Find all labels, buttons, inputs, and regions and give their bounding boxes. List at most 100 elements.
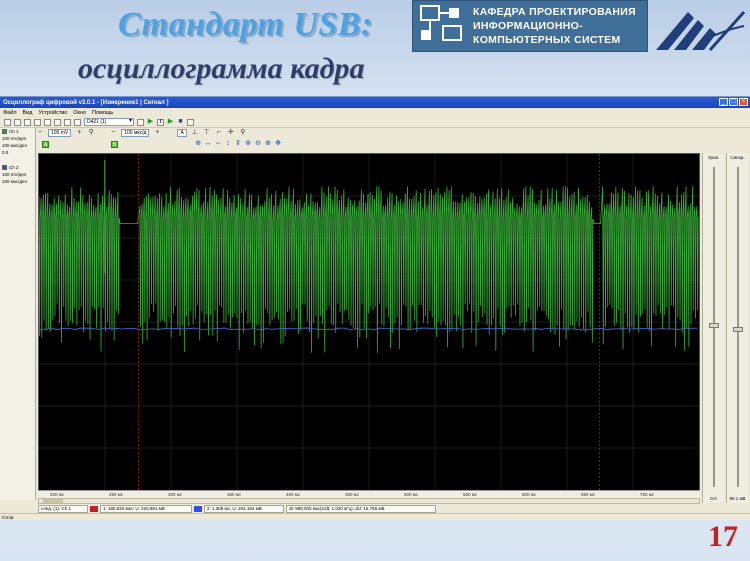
window-titlebar[interactable]: Осциллограф цифровой v3.0.1 - [Измерение…: [0, 97, 750, 108]
channel-1-scale: 100 mV/дел: [2, 136, 27, 141]
binocular-icon[interactable]: ⚲: [87, 129, 95, 137]
time-axis-tick: 300 мс: [168, 492, 183, 497]
print-icon[interactable]: [34, 118, 41, 126]
level-title: Уров.: [707, 155, 720, 160]
device-select[interactable]: D421 (1): [84, 118, 134, 126]
trigger-mode-field[interactable]: A: [177, 129, 187, 137]
channel-2-scale: 100 mV/дел: [2, 172, 27, 177]
level-value: 0.0: [710, 496, 717, 501]
measure-source[interactable]: след. (1): Ch 1: [38, 505, 88, 513]
zoom-plus-icon[interactable]: ⊕: [244, 140, 252, 148]
menu-help[interactable]: Помощь: [92, 110, 113, 116]
run-icon[interactable]: ▶: [147, 118, 154, 126]
pan-icon[interactable]: ✥: [274, 140, 282, 148]
settings-icon[interactable]: [74, 118, 81, 126]
time-axis-tick: 650 мс: [581, 492, 596, 497]
sync-knob[interactable]: [733, 327, 743, 332]
minus-button[interactable]: −: [36, 129, 44, 137]
slide-title-line1: Стандарт USB:: [118, 6, 373, 43]
time-axis-tick: 350 мс: [227, 492, 242, 497]
close-button[interactable]: ×: [739, 98, 748, 106]
cursor-2-swatch: [194, 506, 202, 512]
cursor-2-readout: 2: 1.309 мс; U: 204.194 мВ: [204, 505, 284, 513]
window-title: Осциллограф цифровой v3.0.1 - [Измерение…: [3, 99, 169, 106]
pause-icon[interactable]: ‖: [157, 118, 164, 126]
channel-1-time: 100 мкс/дел: [2, 143, 27, 148]
menu-bar: Файл Вид Устройство Окно Помощь: [0, 108, 750, 117]
level-slider-panel: Уров. 0.0: [702, 153, 724, 503]
time-axis-tick: 550 мс: [463, 492, 478, 497]
time-axis-tick: 450 мс: [345, 492, 360, 497]
new-icon[interactable]: [4, 118, 11, 126]
channel-2-swatch: [2, 165, 7, 170]
zoom-horizontal-icon[interactable]: ↔: [204, 140, 212, 148]
marker-b[interactable]: B: [111, 140, 118, 148]
zoom-vertical-icon[interactable]: ↕: [224, 140, 232, 148]
trigger-fall-icon[interactable]: ⊤: [203, 129, 211, 137]
main-toolbar: D421 (1) ▶ ‖ ▶ ■: [0, 117, 750, 128]
channel-row[interactable]: Ch 1: [0, 128, 35, 135]
measure-icon[interactable]: ⚲: [239, 129, 247, 137]
horizontal-scrollbar[interactable]: [38, 498, 700, 504]
open-icon[interactable]: [14, 118, 21, 126]
maximize-button[interactable]: □: [729, 98, 738, 106]
zoom-in-icon[interactable]: ⊕: [194, 140, 202, 148]
department-banner: КАФЕДРА ПРОЕКТИРОВАНИЯ ИНФОРМАЦИОННО- КО…: [412, 0, 648, 52]
copy-icon[interactable]: [54, 118, 61, 126]
paste-icon[interactable]: [64, 118, 71, 126]
channel-1-swatch: [2, 129, 7, 134]
channel-control-bar: − 100 mV + ⚲ − 100 мкс/д + A ⊥ ⊤ ⌐ ✛ ⚲: [36, 128, 700, 138]
sync-slider-panel: Синхр. 90.1 мВ: [726, 153, 748, 503]
time-axis-tick: 250 мс: [109, 492, 124, 497]
record-icon[interactable]: [187, 118, 194, 126]
department-logo-icon: [413, 0, 473, 52]
time-axis: 200 мс 250 мс 300 мс 350 мс 400 мс 450 мс 500 …: [38, 490, 700, 498]
channel-2-time: 100 мкс/дел: [2, 179, 27, 184]
cursor-1-swatch: [90, 506, 98, 512]
voltage-scale-field[interactable]: 100 mV: [48, 129, 72, 137]
slide-title-line2: осциллограмма кадра: [78, 52, 365, 85]
zoom-area-icon[interactable]: ⊕: [264, 140, 272, 148]
cut-icon[interactable]: [44, 118, 51, 126]
oscillogram-plot[interactable]: [38, 153, 700, 491]
cursor-1-readout: 1: 180.634 мкс; U: 220.981 мВ: [100, 505, 192, 513]
refresh-icon[interactable]: [137, 118, 144, 126]
channel-panel: Ch 1 100 mV/дел 100 мкс/дел 0.0 Ch 2 100…: [0, 128, 36, 500]
level-knob[interactable]: [709, 323, 719, 328]
time-plus-button[interactable]: +: [153, 129, 161, 137]
zoom-minus-icon[interactable]: ⊖: [254, 140, 262, 148]
zoom-reset-icon[interactable]: ⇔: [214, 140, 222, 148]
single-run-icon[interactable]: ▶: [167, 118, 174, 126]
page-number: 17: [708, 520, 738, 553]
minimize-button[interactable]: _: [719, 98, 728, 106]
delta-readout: dt: 980.000 мкс(1/dt: 1.020 кГц); dU: 16…: [286, 505, 436, 513]
time-axis-tick: 500 мс: [404, 492, 419, 497]
oscilloscope-window: Осциллограф цифровой v3.0.1 - [Измерение…: [0, 96, 750, 520]
plus-button[interactable]: +: [75, 129, 83, 137]
cursor-icon[interactable]: ✛: [227, 129, 235, 137]
time-axis-tick: 400 мс: [286, 492, 301, 497]
scrollbar-thumb[interactable]: [43, 499, 63, 503]
university-logo-icon: [654, 6, 746, 52]
marker-toolbar: A B ⊕ ↔ ⇔ ↕ ⇕ ⊕ ⊖ ⊕ ✥: [36, 139, 700, 149]
stop-icon[interactable]: ■: [177, 118, 184, 126]
menu-file[interactable]: Файл: [3, 110, 17, 116]
trigger-icon[interactable]: ⌐: [215, 129, 223, 137]
time-axis-tick: 700 мс: [640, 492, 655, 497]
time-scale-field[interactable]: 100 мкс/д: [121, 129, 150, 137]
channel-row[interactable]: Ch 2: [0, 164, 35, 171]
department-name: КАФЕДРА ПРОЕКТИРОВАНИЯ ИНФОРМАЦИОННО- КО…: [473, 6, 636, 46]
menu-window[interactable]: Окно: [73, 110, 86, 116]
sync-value: 90.1 мВ: [729, 496, 746, 501]
marker-a[interactable]: A: [42, 140, 49, 148]
time-axis-tick: 200 мс: [50, 492, 65, 497]
menu-device[interactable]: Устройство: [38, 110, 67, 116]
sync-title: Синхр.: [730, 155, 745, 160]
status-bar: Готов: [0, 513, 750, 521]
measurement-bar: след. (1): Ch 1 1: 180.634 мкс; U: 220.9…: [38, 505, 748, 513]
trigger-rise-icon[interactable]: ⊥: [191, 129, 199, 137]
menu-view[interactable]: Вид: [23, 110, 33, 116]
time-minus-button[interactable]: −: [109, 129, 117, 137]
save-icon[interactable]: [24, 118, 31, 126]
zoom-fit-icon[interactable]: ⇕: [234, 140, 242, 148]
